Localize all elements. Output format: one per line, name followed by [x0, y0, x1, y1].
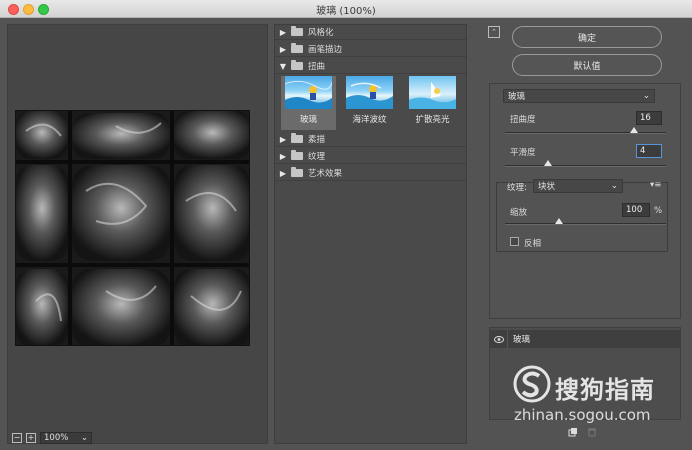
watermark-url: zhinan.sogou.com	[514, 406, 651, 424]
thumbnail-image	[285, 76, 332, 109]
filter-thumb-ocean-ripple[interactable]: 海洋波纹	[342, 76, 397, 130]
smoothness-input[interactable]: 4	[636, 144, 662, 158]
texture-menu-icon[interactable]: ▾≡	[650, 180, 661, 190]
triangle-right-icon: ▶	[279, 44, 287, 54]
zoom-value: 100%	[44, 433, 69, 443]
filter-thumb-glass[interactable]: 玻璃	[281, 76, 336, 130]
slider-thumb[interactable]	[629, 127, 638, 133]
filter-select-value: 玻璃	[508, 92, 526, 102]
category-distort[interactable]: ▼ 扭曲	[275, 59, 466, 74]
folder-icon	[291, 150, 303, 160]
scaling-input[interactable]: 100	[622, 203, 650, 217]
filter-gallery: ▶ 风格化 ▶ 画笔描边 ▼ 扭曲 玻璃 海洋波纹 扩散亮光 ▶ 素描 ▶ 纹理…	[274, 24, 467, 444]
new-effect-layer-icon[interactable]	[568, 427, 578, 440]
glass-texture-image	[16, 111, 249, 345]
texture-label: 纹理:	[507, 183, 527, 193]
folder-open-icon	[291, 60, 303, 70]
thumb-label: 海洋波纹	[352, 115, 387, 125]
triangle-right-icon: ▶	[279, 27, 287, 37]
zoom-select[interactable]: 100% ⌄	[40, 432, 92, 444]
texture-select-value: 块状	[538, 182, 556, 192]
category-label: 素描	[308, 135, 326, 145]
filter-thumb-diffuse-glow[interactable]: 扩散亮光	[405, 76, 460, 130]
preview-pane[interactable]: − + 100% ⌄	[7, 24, 268, 444]
layer-footer	[568, 427, 597, 440]
smoothness-label: 平滑度	[510, 148, 536, 158]
triangle-down-icon: ▼	[279, 61, 287, 71]
chevron-down-icon: ⌄	[80, 433, 88, 443]
slider-thumb[interactable]	[543, 160, 552, 166]
default-button[interactable]: 默认值	[512, 54, 662, 76]
filter-select[interactable]: 玻璃 ⌄	[503, 89, 655, 103]
layer-row[interactable]: 玻璃	[490, 330, 680, 348]
collapse-gallery-button[interactable]: ⌃	[488, 26, 500, 38]
category-label: 纹理	[308, 152, 326, 162]
scaling-label: 缩放	[510, 208, 528, 218]
chevron-down-icon: ⌄	[610, 181, 618, 191]
thumb-label: 扩散亮光	[415, 115, 450, 125]
distortion-input[interactable]: 16	[636, 111, 662, 125]
window-title: 玻璃 (100%)	[316, 6, 376, 17]
minus-box-icon[interactable]: −	[12, 433, 22, 443]
slider-thumb[interactable]	[554, 218, 563, 224]
scaling-slider[interactable]	[505, 218, 666, 225]
category-sketch[interactable]: ▶ 素描	[275, 132, 466, 147]
thumbnail-image	[346, 76, 393, 109]
triangle-right-icon: ▶	[279, 168, 287, 178]
category-artistic[interactable]: ▶ 艺术效果	[275, 166, 466, 181]
eye-icon[interactable]	[490, 330, 508, 348]
window-titlebar: 玻璃 (100%)	[0, 0, 692, 18]
distortion-label: 扭曲度	[510, 115, 536, 125]
ok-button[interactable]: 确定	[512, 26, 662, 48]
preview-image[interactable]	[15, 110, 250, 346]
zoom-controls: − + 100% ⌄	[12, 432, 92, 444]
category-label: 艺术效果	[308, 169, 343, 179]
texture-select[interactable]: 块状 ⌄	[533, 179, 623, 193]
scaling-unit: %	[654, 206, 663, 216]
folder-icon	[291, 133, 303, 143]
delete-effect-layer-icon[interactable]	[587, 427, 597, 440]
folder-icon	[291, 26, 303, 36]
folder-icon	[291, 167, 303, 177]
thumbnail-image	[409, 76, 456, 109]
category-stylize[interactable]: ▶ 风格化	[275, 25, 466, 40]
double-chevron-up-icon: ⌃	[491, 28, 497, 36]
layer-name: 玻璃	[513, 335, 531, 345]
invert-checkbox[interactable]	[510, 237, 519, 246]
invert-label: 反相	[524, 239, 542, 249]
category-brush-strokes[interactable]: ▶ 画笔描边	[275, 42, 466, 57]
plus-box-icon[interactable]: +	[26, 433, 36, 443]
category-label: 风格化	[308, 28, 334, 38]
category-label: 扭曲	[308, 62, 326, 72]
watermark-brand: 搜狗指南	[555, 376, 655, 404]
triangle-right-icon: ▶	[279, 134, 287, 144]
triangle-right-icon: ▶	[279, 151, 287, 161]
chevron-down-icon: ⌄	[642, 91, 650, 101]
category-texture[interactable]: ▶ 纹理	[275, 149, 466, 164]
folder-icon	[291, 43, 303, 53]
watermark: 搜狗指南 zhinan.sogou.com	[512, 362, 688, 432]
category-label: 画笔描边	[308, 45, 343, 55]
smoothness-slider[interactable]	[505, 160, 666, 167]
thumb-label: 玻璃	[299, 115, 317, 125]
distortion-slider[interactable]	[505, 127, 666, 134]
